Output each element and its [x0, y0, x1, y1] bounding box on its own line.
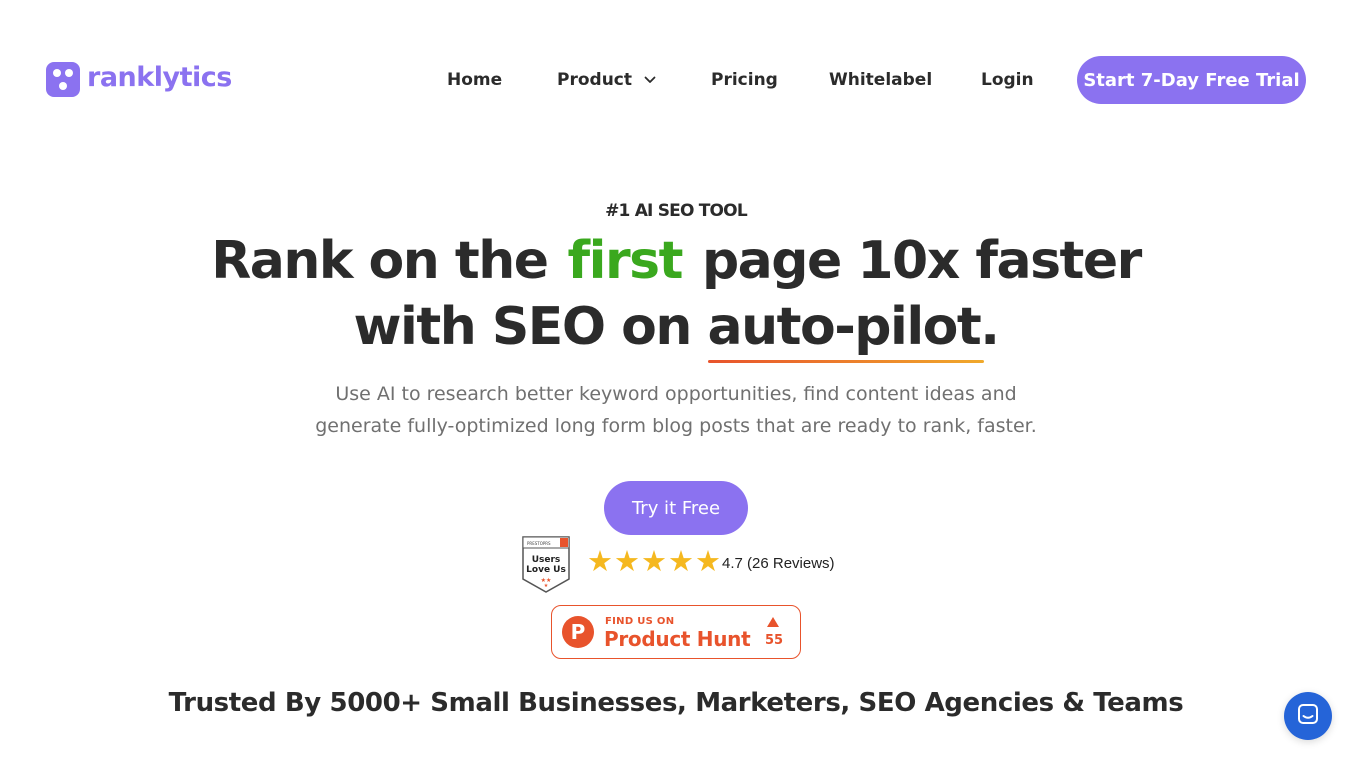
headline-part1: Rank on the [211, 231, 549, 291]
star-rating: ★ ★ ★ ★ ★ [587, 548, 721, 577]
star-icon: ★ [641, 546, 667, 578]
hero-headline: Rank on the first page 10x faster with SEO… [0, 228, 1352, 363]
rating-text: 4.7 (26 Reviews) [722, 555, 835, 572]
upvote-arrow-icon [767, 617, 779, 627]
badge-line1: Users [532, 555, 561, 565]
logo-icon [46, 62, 80, 97]
nav-whitelabel[interactable]: Whitelabel [829, 56, 932, 104]
star-icon: ★ [668, 546, 694, 578]
star-icon: ★ [695, 546, 721, 578]
star-icon: ★ [587, 546, 613, 578]
chevron-down-icon [644, 74, 656, 86]
star-icon: ★ [614, 546, 640, 578]
product-hunt-badge[interactable]: P FIND US ON Product Hunt 55 [551, 605, 801, 659]
upvote-count: 55 [765, 633, 784, 648]
product-hunt-logo-icon: P [562, 616, 594, 648]
users-love-us-badge: PRESTOPRS Users Love Us ★★ ★ [521, 535, 571, 593]
nav-product-label: Product [557, 70, 632, 90]
headline-part2: page 10x faster [701, 231, 1142, 291]
badge-top-text: PRESTOPRS [527, 541, 551, 546]
try-free-button[interactable]: Try it Free [604, 481, 748, 535]
headline-highlight: first [567, 231, 684, 291]
subtitle-line2: generate fully-optimized long form blog … [315, 415, 1037, 437]
brand-logo[interactable]: ranklytics [46, 62, 232, 97]
headline-underlined: auto-pilot. [707, 297, 1000, 357]
chat-icon [1296, 702, 1320, 731]
site-header: ranklytics Home Product Pricing Whitelab… [0, 0, 1352, 160]
brand-name: ranklytics [87, 62, 232, 93]
subtitle-line1: Use AI to research better keyword opport… [335, 383, 1017, 405]
start-trial-button[interactable]: Start 7-Day Free Trial [1077, 56, 1306, 104]
chat-launcher-button[interactable] [1284, 692, 1332, 740]
nav-home[interactable]: Home [447, 56, 502, 104]
product-hunt-big-label: Product Hunt [604, 627, 751, 651]
gradient-underline [707, 360, 985, 363]
product-hunt-small-label: FIND US ON [605, 616, 675, 627]
hero-subtitle: Use AI to research better keyword opport… [0, 378, 1352, 442]
nav-product[interactable]: Product [557, 56, 656, 104]
nav-login[interactable]: Login [981, 56, 1034, 104]
hero-eyebrow: #1 AI SEO TOOL [605, 201, 748, 221]
headline-underlined-wrap: auto-pilot. [707, 294, 1000, 363]
nav-pricing[interactable]: Pricing [711, 56, 778, 104]
badge-line2: Love Us [526, 565, 566, 575]
svg-text:★: ★ [544, 583, 549, 589]
trusted-by-text: Trusted By 5000+ Small Businesses, Marke… [168, 688, 1184, 718]
headline-line2-prefix: with SEO on [353, 297, 708, 357]
